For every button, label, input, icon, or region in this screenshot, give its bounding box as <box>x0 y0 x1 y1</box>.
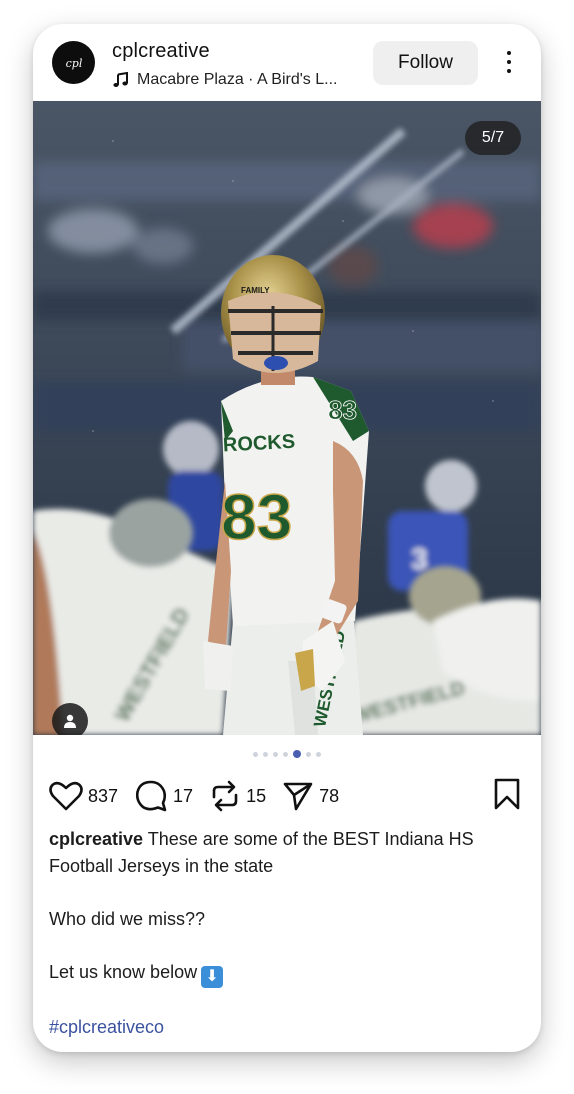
post-header: cpl cplcreative Macabre Plaza · A Bird's… <box>33 24 541 101</box>
like-button[interactable]: 837 <box>49 780 118 812</box>
carousel-dots <box>33 750 541 758</box>
caption-line-2: Who did we miss?? <box>49 909 206 929</box>
down-arrow-emoji: ⬇ <box>201 966 224 988</box>
music-row[interactable]: Macabre Plaza · A Bird's L... <box>113 69 337 91</box>
football-player-photo: 3 WESTFIELD WESTFIELD WESTFIELD <box>33 101 541 735</box>
follow-button[interactable]: Follow <box>373 41 478 85</box>
post-caption: cplcreative These are some of the BEST I… <box>49 826 529 1041</box>
carousel-dot-active <box>293 750 301 758</box>
share-count: 78 <box>319 785 340 806</box>
repost-count: 15 <box>246 785 267 806</box>
hashtag-link[interactable]: #cplcreativeco <box>49 1014 529 1041</box>
share-icon <box>283 782 313 811</box>
carousel-dot <box>283 751 288 757</box>
post-card: cpl cplcreative Macabre Plaza · A Bird's… <box>33 24 541 1052</box>
repost-icon <box>212 780 238 812</box>
avatar-text: cpl <box>65 57 82 70</box>
svg-text:83: 83 <box>328 395 357 425</box>
carousel-dot <box>253 751 258 757</box>
carousel-dot <box>306 751 311 757</box>
caption-username[interactable]: cplcreative <box>49 829 143 849</box>
heart-icon <box>49 781 83 811</box>
carousel-dot <box>273 751 278 757</box>
jersey-number: 83 <box>221 481 292 553</box>
more-vertical-icon[interactable] <box>499 51 519 77</box>
carousel-dot <box>263 751 268 757</box>
carousel-dot <box>316 751 321 757</box>
post-username[interactable]: cplcreative <box>112 40 210 63</box>
bookmark-icon[interactable] <box>493 778 521 810</box>
music-note-icon <box>113 72 128 87</box>
avatar-logo: cpl <box>65 57 82 70</box>
share-button[interactable]: 78 <box>282 780 339 812</box>
like-count: 837 <box>88 785 119 806</box>
action-bar: 837 17 15 78 <box>49 778 355 814</box>
music-title: Macabre Plaza · A Bird's L... <box>137 71 338 88</box>
post-image[interactable]: 3 WESTFIELD WESTFIELD WESTFIELD <box>33 101 541 735</box>
comment-count: 17 <box>173 785 194 806</box>
repost-button[interactable]: 15 <box>209 779 266 813</box>
jersey-team: ROCKS <box>222 431 295 457</box>
image-counter: 5/7 <box>465 121 521 155</box>
user-tag-icon[interactable] <box>52 703 88 735</box>
avatar[interactable]: cpl <box>52 41 95 84</box>
caption-line-3: Let us know below <box>49 962 198 982</box>
user-icon <box>64 714 76 728</box>
comment-icon <box>136 780 167 812</box>
helmet-text: FAMILY <box>241 286 270 295</box>
comment-button[interactable]: 17 <box>134 779 193 813</box>
